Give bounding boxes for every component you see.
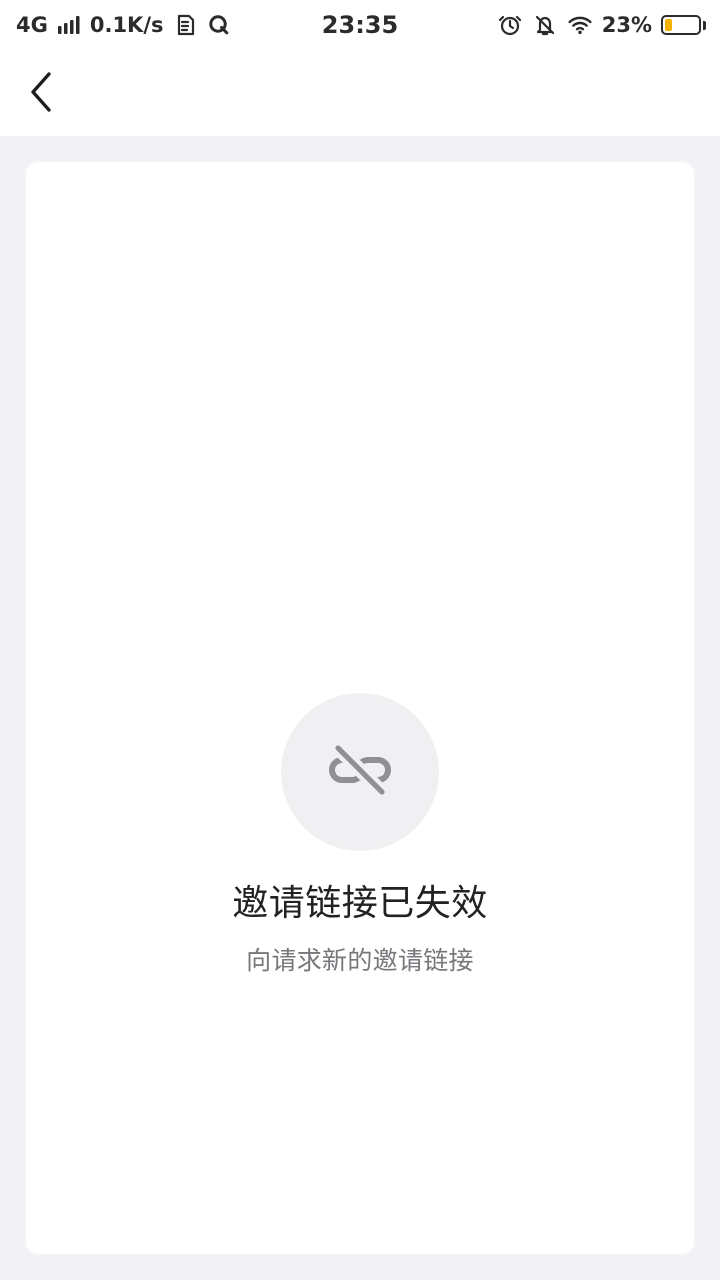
back-button[interactable] [16, 60, 68, 124]
empty-state: 邀请链接已失效 向请求新的邀请链接 [26, 162, 694, 1254]
alarm-icon [497, 12, 523, 38]
nav-bar [0, 50, 720, 136]
battery-icon [661, 15, 706, 35]
content-card: 邀请链接已失效 向请求新的邀请链接 [26, 162, 694, 1254]
battery-body [661, 15, 701, 35]
empty-state-subtitle: 向请求新的邀请链接 [246, 946, 474, 975]
battery-fill [665, 19, 672, 31]
battery-cap [703, 20, 706, 30]
battery-percent: 23% [601, 13, 652, 37]
back-chevron-icon [31, 72, 51, 112]
top-chrome: 4G 0.1K/s 23:35 23% [0, 0, 720, 136]
empty-state-title: 邀请链接已失效 [232, 883, 488, 924]
empty-state-icon-circle [281, 693, 439, 851]
silent-icon [532, 12, 558, 38]
broken-link-icon [329, 741, 391, 799]
status-right: 23% [497, 11, 706, 39]
status-bar: 4G 0.1K/s 23:35 23% [0, 0, 720, 50]
wifi-icon [567, 12, 593, 38]
